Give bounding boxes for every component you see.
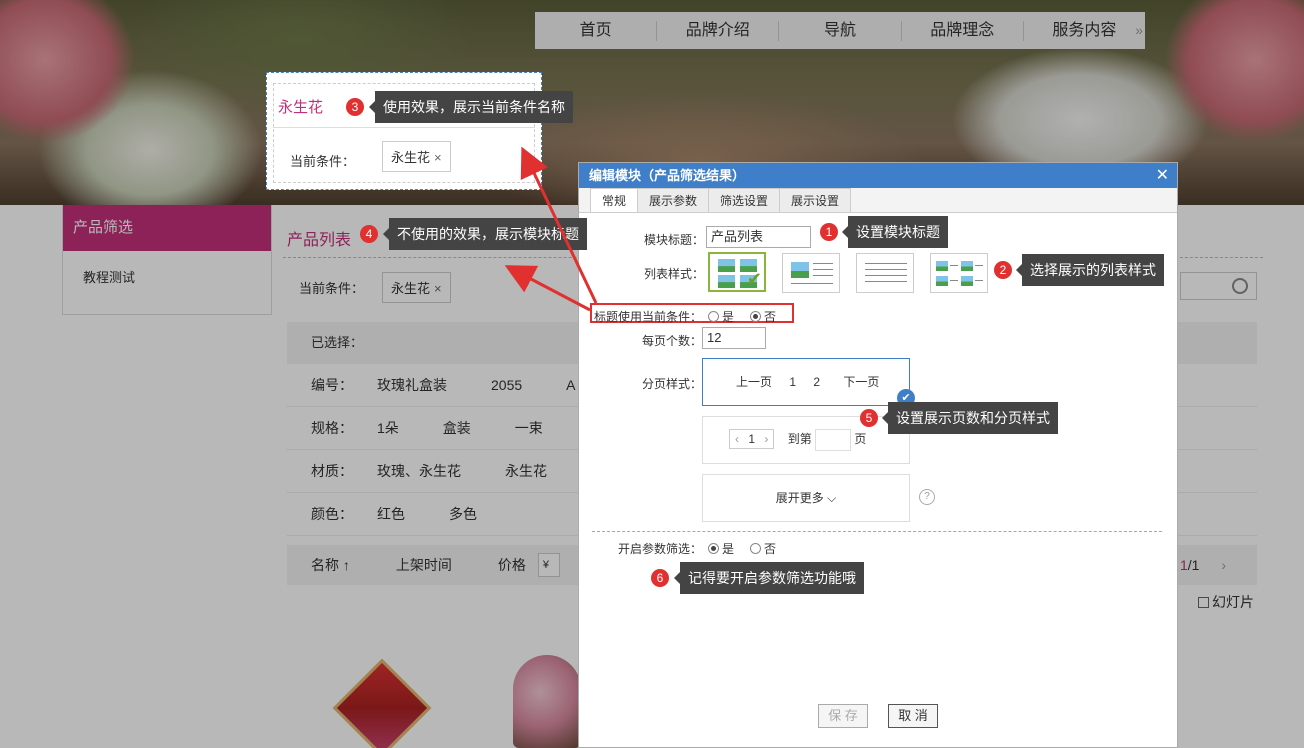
- annotation-arrows: [504, 146, 598, 312]
- arrow-to-title: [504, 265, 591, 312]
